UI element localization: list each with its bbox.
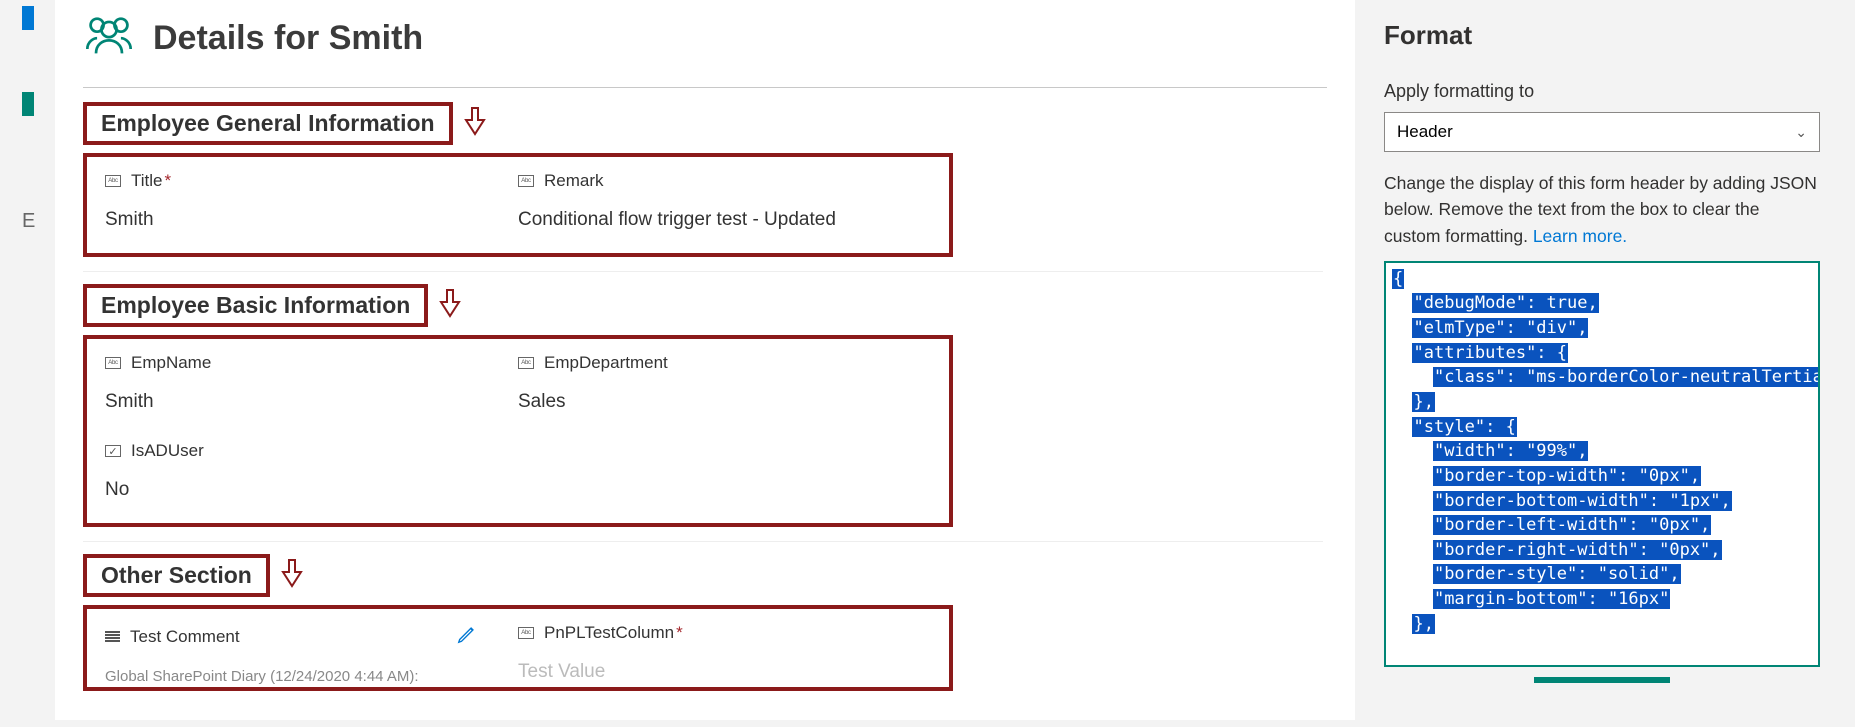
text-field-icon	[105, 357, 121, 369]
field-value-empname[interactable]: Smith	[105, 391, 518, 413]
section-title-other: Other Section	[83, 554, 270, 597]
format-title: Format	[1384, 20, 1820, 51]
arrow-down-icon	[438, 288, 462, 323]
section-title-basic: Employee Basic Information	[83, 284, 428, 327]
section-box-general: Title* Smith Remark Conditional flow tri…	[83, 153, 953, 257]
comment-meta: Global SharePoint Diary (12/24/2020 4:44…	[105, 668, 518, 685]
arrow-down-icon	[463, 106, 487, 141]
field-label-title: Title*	[131, 171, 171, 191]
learn-more-link[interactable]: Learn more.	[1533, 226, 1627, 246]
field-value-isaduser[interactable]: No	[105, 479, 518, 501]
formatting-target-dropdown[interactable]: Header ⌄	[1384, 112, 1820, 152]
format-panel: Format Apply formatting to Header ⌄ Chan…	[1370, 0, 1840, 720]
save-button[interactable]: Save	[1534, 677, 1670, 683]
field-value-remark[interactable]: Conditional flow trigger test - Updated	[518, 209, 931, 231]
field-value-title[interactable]: Smith	[105, 209, 518, 231]
left-nav-marker-teal	[22, 92, 34, 116]
section-box-basic: EmpName Smith EmpDepartment Sales	[83, 335, 953, 527]
text-field-icon	[518, 627, 534, 639]
details-panel: Details for Smith Employee General Infor…	[55, 0, 1355, 720]
field-value-empdept[interactable]: Sales	[518, 391, 931, 413]
chevron-down-icon: ⌄	[1795, 124, 1807, 141]
preview-button[interactable]: Preview	[1384, 677, 1520, 683]
field-label-testcomment: Test Comment	[130, 627, 240, 647]
section-title-general: Employee General Information	[83, 102, 453, 145]
checkbox-field-icon	[105, 445, 121, 457]
field-label-isaduser: IsADUser	[131, 441, 204, 461]
field-value-pnpltest[interactable]: Test Value	[518, 661, 931, 683]
section-box-other: Test Comment Global SharePoint Diary (12…	[83, 605, 953, 691]
multiline-field-icon	[105, 631, 120, 643]
json-formatter-textarea[interactable]: { "debugMode": true, "elmType": "div", "…	[1384, 261, 1820, 667]
apply-formatting-label: Apply formatting to	[1384, 81, 1820, 102]
field-label-empdept: EmpDepartment	[544, 353, 668, 373]
header-divider	[83, 87, 1327, 88]
dropdown-value: Header	[1397, 122, 1453, 142]
left-nav-label: E	[22, 210, 35, 233]
text-field-icon	[518, 357, 534, 369]
text-field-icon	[518, 175, 534, 187]
left-nav-marker-blue	[22, 6, 34, 30]
text-field-icon	[105, 175, 121, 187]
people-icon	[83, 10, 135, 67]
format-description: Change the display of this form header b…	[1384, 170, 1820, 249]
field-label-remark: Remark	[544, 171, 604, 191]
cancel-button[interactable]: Cancel	[1684, 677, 1820, 683]
field-label-empname: EmpName	[131, 353, 211, 373]
page-title: Details for Smith	[153, 19, 423, 58]
arrow-down-icon	[280, 558, 304, 593]
field-label-pnpltest: PnPLTestColumn*	[544, 623, 683, 643]
edit-pencil-icon[interactable]	[456, 623, 478, 650]
